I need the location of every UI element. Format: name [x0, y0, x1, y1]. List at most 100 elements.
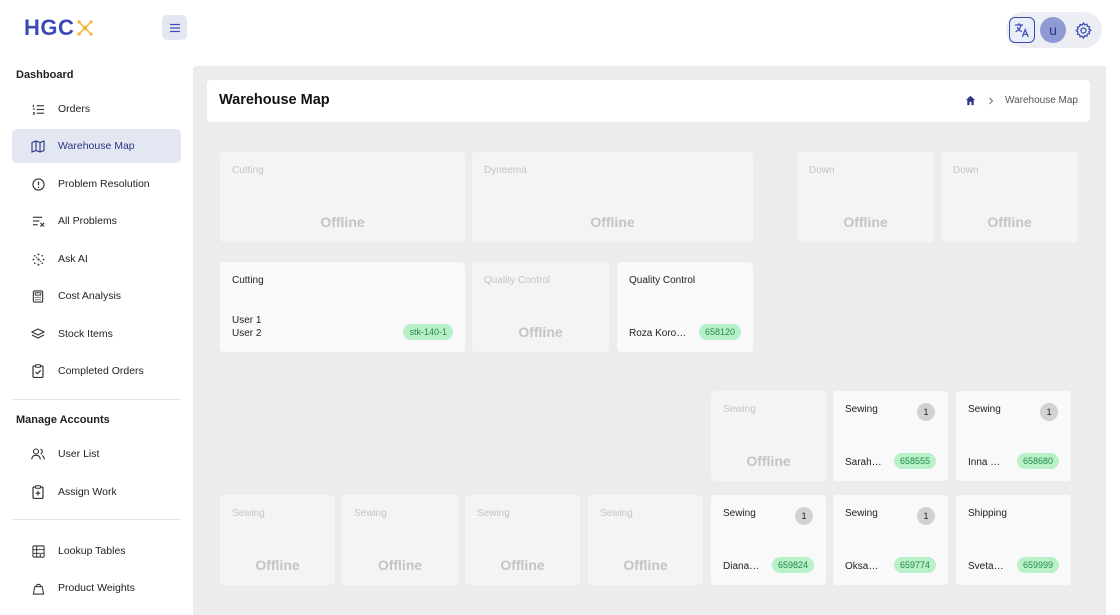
operator-name: Inna …	[968, 457, 1001, 468]
sidebar-item-label: All Problems	[58, 215, 117, 227]
sidebar-item-user-list[interactable]: User List	[12, 437, 181, 471]
order-badge[interactable]: 659999	[1016, 557, 1059, 573]
order-badge[interactable]: 658555	[893, 453, 936, 469]
station-tile[interactable]: Sewing Offline	[588, 495, 703, 585]
avatar[interactable]: u	[1040, 17, 1066, 43]
clipboard-check-icon	[31, 364, 45, 378]
section-title-dashboard: Dashboard	[16, 69, 74, 81]
sidebar-item-label: Orders	[58, 103, 91, 115]
section-title-manage-accounts: Manage Accounts	[16, 414, 110, 426]
translate-button[interactable]	[1009, 17, 1035, 43]
users-icon	[31, 447, 45, 461]
sidebar-item-warehouse-map[interactable]: Warehouse Map	[12, 129, 181, 163]
station-tile[interactable]: Cutting Offline	[220, 152, 465, 242]
breadcrumb-current: Warehouse Map	[1005, 95, 1078, 106]
operator-name: Oksa…	[845, 561, 879, 572]
map-icon	[31, 139, 45, 153]
chevron-right-icon	[989, 97, 994, 104]
station-tile[interactable]: Dyneema Offline	[472, 152, 753, 242]
station-tile[interactable]: Sewing Offline	[342, 495, 458, 585]
sidebar-item-orders[interactable]: Orders	[12, 92, 181, 126]
table-icon	[31, 544, 45, 558]
station-name: Down	[953, 165, 979, 176]
station-tile[interactable]: Sewing Offline	[711, 391, 826, 481]
station-name: Dyneema	[484, 165, 527, 176]
filter-list-icon	[31, 214, 45, 228]
sidebar-item-cost-analysis[interactable]: Cost Analysis	[12, 279, 181, 313]
sidebar-item-lookup-tables[interactable]: Lookup Tables	[12, 534, 181, 568]
count-badge: 1	[917, 403, 935, 421]
page-title: Warehouse Map	[219, 92, 330, 108]
layers-icon	[31, 327, 45, 341]
sidebar-item-completed-orders[interactable]: Completed Orders	[12, 354, 181, 388]
sidebar-divider	[12, 399, 181, 400]
app-logo[interactable]: HGC	[24, 14, 95, 42]
sidebar-item-ask-ai[interactable]: Ask AI	[12, 242, 181, 276]
station-name: Sewing	[845, 404, 878, 415]
station-tile[interactable]: Shipping Sveta… 659999	[956, 495, 1071, 585]
page-header	[207, 80, 1090, 122]
count-badge: 1	[1040, 403, 1058, 421]
station-name: Sewing	[845, 508, 878, 519]
station-status: Offline	[843, 214, 888, 230]
station-tile[interactable]: Sewing 1 Diana… 659824	[711, 495, 826, 585]
station-name: Down	[809, 165, 835, 176]
sidebar-item-label: Ask AI	[58, 253, 88, 265]
sidebar-item-label: Stock Items	[58, 328, 113, 340]
sidebar-item-label: Product Weights	[58, 582, 135, 594]
user-name: User 2	[232, 328, 262, 339]
menu-toggle-button[interactable]	[162, 15, 187, 40]
operator-name: Diana…	[723, 561, 760, 572]
station-tile[interactable]: Sewing 1 Sarah… 658555	[833, 391, 948, 481]
station-name: Sewing	[354, 508, 387, 519]
station-name: Quality Control	[484, 275, 551, 286]
home-icon[interactable]	[965, 95, 976, 106]
station-status: Offline	[623, 557, 668, 573]
sidebar-item-label: Cost Analysis	[58, 290, 122, 302]
weight-icon	[31, 581, 45, 595]
order-badge[interactable]: 658680	[1016, 453, 1059, 469]
station-tile[interactable]: Cutting User 1 User 2 stk-140-1	[220, 262, 465, 352]
sidebar-item-label: Lookup Tables	[58, 545, 126, 557]
sidebar-item-stock-items[interactable]: Stock Items	[12, 317, 181, 351]
station-status: Offline	[518, 324, 563, 340]
sidebar-item-problem-resolution[interactable]: Problem Resolution	[12, 167, 181, 201]
hamburger-icon	[169, 23, 180, 32]
station-tile[interactable]: Sewing 1 Oksa… 659774	[833, 495, 948, 585]
station-tile[interactable]: Down Offline	[797, 152, 934, 242]
order-badge[interactable]: 658120	[698, 324, 741, 340]
station-status: Offline	[377, 557, 423, 573]
station-name: Cutting	[232, 275, 264, 286]
station-tile[interactable]: Sewing Offline	[220, 495, 335, 585]
station-name: Sewing	[968, 404, 1001, 415]
operator-name: Sarah…	[845, 457, 882, 468]
logo-text: HGC	[24, 15, 75, 40]
sidebar-item-product-weights[interactable]: Product Weights	[12, 571, 181, 605]
user-name: User 1	[232, 315, 262, 326]
stock-tag-badge[interactable]: stk-140-1	[403, 324, 453, 340]
breadcrumb: Warehouse Map	[965, 95, 1078, 106]
station-name: Cutting	[232, 165, 264, 176]
station-status: Offline	[320, 214, 365, 230]
alert-circle-icon	[31, 177, 45, 191]
settings-button[interactable]	[1074, 21, 1093, 40]
order-badge[interactable]: 659774	[893, 557, 936, 573]
order-badge[interactable]: 659824	[771, 557, 814, 573]
station-status: Offline	[500, 557, 545, 573]
station-tile[interactable]: Down Offline	[941, 152, 1078, 242]
sidebar-item-all-problems[interactable]: All Problems	[12, 204, 181, 238]
sidebar-item-assign-work[interactable]: Assign Work	[12, 475, 181, 509]
sidebar-item-label: Problem Resolution	[58, 178, 150, 190]
station-name: Sewing	[477, 508, 510, 519]
operator-name: Roza Koro…	[629, 328, 687, 339]
sparkle-dots-icon	[31, 252, 45, 266]
station-tile[interactable]: Sewing 1 Inna … 658680	[956, 391, 1071, 481]
station-status: Offline	[746, 453, 791, 469]
station-tile[interactable]: Sewing Offline	[465, 495, 580, 585]
station-name: Sewing	[723, 404, 756, 415]
station-name: Sewing	[232, 508, 265, 519]
station-tile[interactable]: Quality Control Offline	[472, 262, 609, 352]
station-status: Offline	[255, 557, 300, 573]
station-tile[interactable]: Quality Control Roza Koro… 658120	[617, 262, 753, 352]
sidebar-item-label: Completed Orders	[58, 365, 144, 377]
